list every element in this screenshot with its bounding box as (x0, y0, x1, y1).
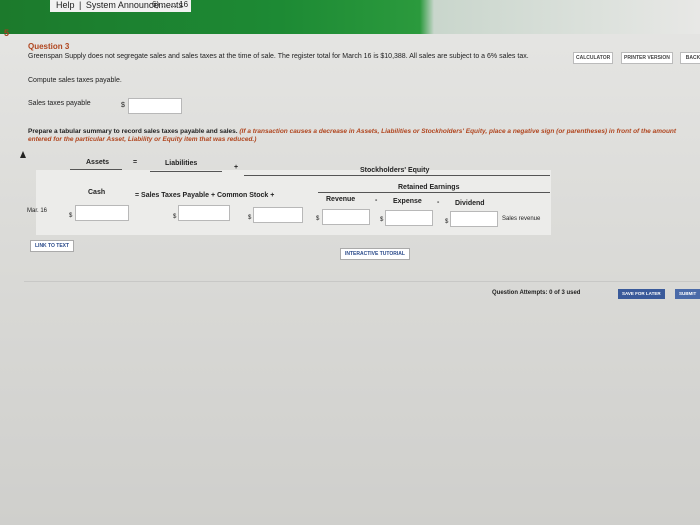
question-title: Question 3 (28, 42, 70, 51)
liability-equity-headers: = Sales Taxes Payable + Common Stock + (135, 192, 275, 199)
rev-dollar: $ (316, 216, 320, 222)
exp-dollar: $ (380, 217, 384, 223)
equity-underline (244, 175, 550, 176)
top-bar: Help | System Announcements 6) ... ... 1… (0, 0, 700, 34)
calculator-button[interactable]: CALCULATOR (573, 52, 614, 64)
divider (24, 281, 700, 282)
assets-header: Assets (86, 159, 109, 166)
sales-taxes-payable-input[interactable] (178, 205, 230, 221)
eq-sign: = (133, 159, 138, 166)
expense-header: Expense (393, 198, 422, 205)
expense-input[interactable] (385, 210, 433, 226)
prepare-lead: Prepare a tabular summary to record sale… (28, 128, 238, 135)
interactive-tutorial-button[interactable]: INTERACTIVE TUTORIAL (340, 248, 410, 260)
question-instruction: Compute sales taxes payable. (28, 77, 122, 84)
revenue-input[interactable] (322, 209, 370, 225)
back-button[interactable]: BACK (680, 52, 700, 64)
separator: | (79, 0, 82, 10)
minus-sign-1: - (375, 197, 378, 204)
submit-button[interactable]: SUBMIT (675, 289, 700, 299)
cursor-arrow-icon (20, 151, 26, 158)
revenue-header: Revenue (326, 196, 356, 203)
question-text: Greenspan Supply does not segregate sale… (28, 53, 529, 60)
cash-header: Cash (88, 189, 106, 196)
dollar-sign: $ (121, 102, 125, 109)
row-date: Mar. 16 (27, 208, 48, 214)
row-note: Sales revenue (502, 216, 541, 222)
dividend-input[interactable] (450, 211, 498, 227)
sales-tax-input[interactable] (128, 98, 182, 114)
stp-dollar: $ (173, 214, 177, 220)
liabilities-underline (150, 171, 222, 172)
help-link[interactable]: Help (56, 0, 75, 10)
retained-earnings-header: Retained Earnings (398, 184, 460, 191)
cash-input[interactable] (75, 205, 129, 221)
left-number: 5 (4, 28, 10, 38)
cs-dollar: $ (248, 215, 252, 221)
div-dollar: $ (445, 219, 449, 225)
link-to-text-button[interactable]: LINK TO TEXT (30, 240, 75, 252)
dividend-header: Dividend (455, 200, 485, 207)
save-for-later-button[interactable]: SAVE FOR LATER (618, 289, 665, 299)
assets-underline (70, 169, 122, 170)
question-attempts: Question Attempts: 0 of 3 used (492, 290, 581, 296)
cash-dollar: $ (69, 213, 73, 219)
retained-underline (318, 192, 550, 193)
sales-tax-label: Sales taxes payable (28, 100, 91, 107)
liabilities-header: Liabilities (165, 160, 198, 167)
common-stock-input[interactable] (253, 207, 303, 223)
printer-version-button[interactable]: PRINTER VERSION (621, 52, 673, 64)
plus-sign: + (234, 164, 239, 171)
minus-sign-2: - (437, 199, 440, 206)
stockholders-equity-header: Stockholders' Equity (360, 167, 430, 174)
prepare-instructions: Prepare a tabular summary to record sale… (28, 128, 678, 144)
header-trail: 6) ... ... 16 (152, 0, 189, 9)
